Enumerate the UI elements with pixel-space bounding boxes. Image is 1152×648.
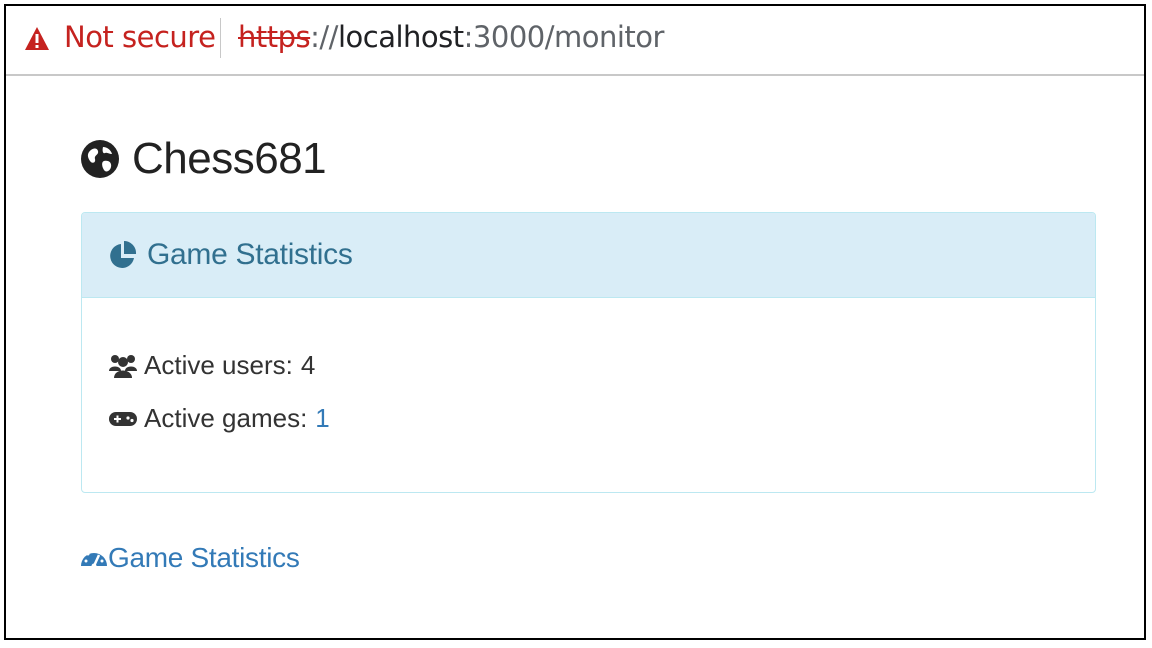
url-scheme: https [238,20,311,54]
page-title-text: Chess681 [132,134,327,183]
address-bar[interactable]: Not secure https://localhost:3000/monito… [6,6,1144,76]
active-games-label: Active games: [144,403,308,433]
pie-chart-icon [110,240,137,268]
active-games-stat: Active games: 1 [108,403,330,434]
url-host: localhost [337,20,464,54]
url-path: :3000/monitor [463,20,665,54]
url-separator: :// [310,20,338,54]
dashboard-icon [81,549,107,569]
warning-icon[interactable] [24,25,50,53]
page-title: Chess681 [80,134,327,184]
browser-window: Not secure https://localhost:3000/monito… [4,4,1146,640]
panel-heading: Game Statistics [82,213,1095,298]
active-users-value: 4 [300,350,316,380]
security-label[interactable]: Not secure [64,20,216,54]
divider [220,18,221,58]
url-field[interactable]: https://localhost:3000/monitor [238,20,664,54]
game-statistics-link-label: Game Statistics [108,542,300,573]
game-statistics-panel: Game Statistics Active users: 4 Active g… [81,212,1096,493]
active-games-value: 1 [315,403,330,433]
active-users-label: Active users: [144,350,293,380]
panel-title: Game Statistics [147,238,353,271]
gamepad-icon [109,411,137,426]
globe-icon [81,140,119,178]
users-icon [109,354,137,378]
active-users-stat: Active users: 4 [108,350,315,381]
game-statistics-link[interactable]: Game Statistics [80,542,300,574]
